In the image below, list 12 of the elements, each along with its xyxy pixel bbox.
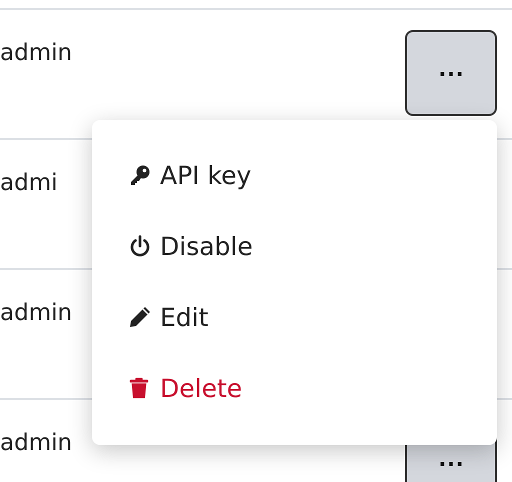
key-icon (128, 163, 152, 187)
user-role: admin (0, 300, 72, 326)
more-button[interactable]: ⋯ (405, 30, 497, 116)
menu-item[interactable]: Edit (128, 300, 497, 334)
pencil-icon (128, 305, 152, 329)
menu-item[interactable]: Delete (128, 371, 497, 405)
menu-item[interactable]: API key (128, 158, 497, 192)
power-icon (128, 234, 152, 258)
user-role: admin (0, 40, 72, 66)
user-role: admi (0, 170, 58, 196)
user-role: admin (0, 430, 72, 456)
menu-item[interactable]: Disable (128, 229, 497, 263)
